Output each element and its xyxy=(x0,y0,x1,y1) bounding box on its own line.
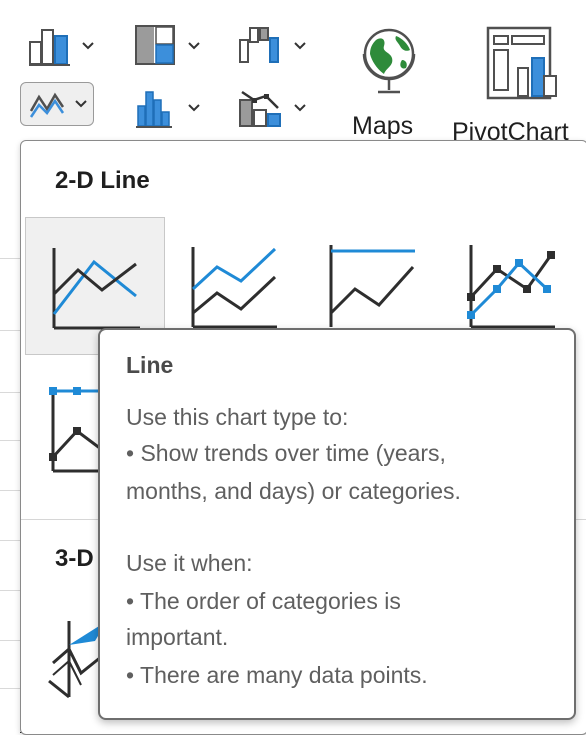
grid-line xyxy=(0,688,20,689)
tooltip-line: Use this chart type to: xyxy=(126,404,349,430)
tooltip-line: • Show trends over time (years, xyxy=(126,440,446,466)
chart-type-tooltip: Line Use this chart type to: • Show tren… xyxy=(98,328,576,720)
waterfall-icon xyxy=(238,24,286,68)
column-chart-button[interactable] xyxy=(28,24,94,68)
tooltip-title: Line xyxy=(126,352,174,378)
grid-line xyxy=(0,490,20,491)
chevron-down-icon[interactable] xyxy=(188,42,200,50)
tooltip-line: months, and days) or categories. xyxy=(126,478,461,504)
line-chart-button[interactable] xyxy=(20,82,94,126)
pivotchart-icon xyxy=(484,26,562,104)
chevron-down-icon[interactable] xyxy=(75,100,87,108)
grid-line xyxy=(0,392,20,393)
combo-chart-button[interactable] xyxy=(238,86,306,130)
grid-line xyxy=(0,440,20,441)
maps-label: Maps xyxy=(352,112,414,140)
chevron-down-icon[interactable] xyxy=(294,104,306,112)
insert-charts-ribbon: Maps PivotChart xyxy=(0,0,586,150)
clustered-column-icon xyxy=(28,24,74,68)
maps-button[interactable]: Maps xyxy=(352,18,432,144)
grid-line xyxy=(0,640,20,641)
grid-line xyxy=(0,330,20,331)
chevron-down-icon[interactable] xyxy=(294,42,306,50)
tooltip-line: important. xyxy=(126,624,229,650)
waterfall-chart-button[interactable] xyxy=(238,24,306,68)
line-chart-icon xyxy=(27,87,71,121)
worksheet-area xyxy=(0,140,20,733)
tooltip-line: • There are many data points. xyxy=(126,662,428,688)
tooltip-line: • The order of categories is xyxy=(126,588,401,614)
section-title-2d-line: 2-D Line xyxy=(55,167,150,194)
histogram-icon xyxy=(134,86,180,130)
grid-line xyxy=(0,540,20,541)
grid-line xyxy=(0,258,20,259)
chevron-down-icon[interactable] xyxy=(188,104,200,112)
globe-icon xyxy=(356,22,422,102)
tooltip-line: Use it when: xyxy=(126,550,253,576)
grid-line xyxy=(0,590,20,591)
pivotchart-button[interactable]: PivotChart xyxy=(452,18,586,146)
treemap-icon xyxy=(134,24,180,68)
section-title-3d-line: 3-D xyxy=(55,545,94,572)
chevron-down-icon[interactable] xyxy=(82,42,94,50)
hierarchy-chart-button[interactable] xyxy=(134,24,200,68)
combo-chart-icon xyxy=(238,86,286,130)
statistic-chart-button[interactable] xyxy=(134,86,200,130)
